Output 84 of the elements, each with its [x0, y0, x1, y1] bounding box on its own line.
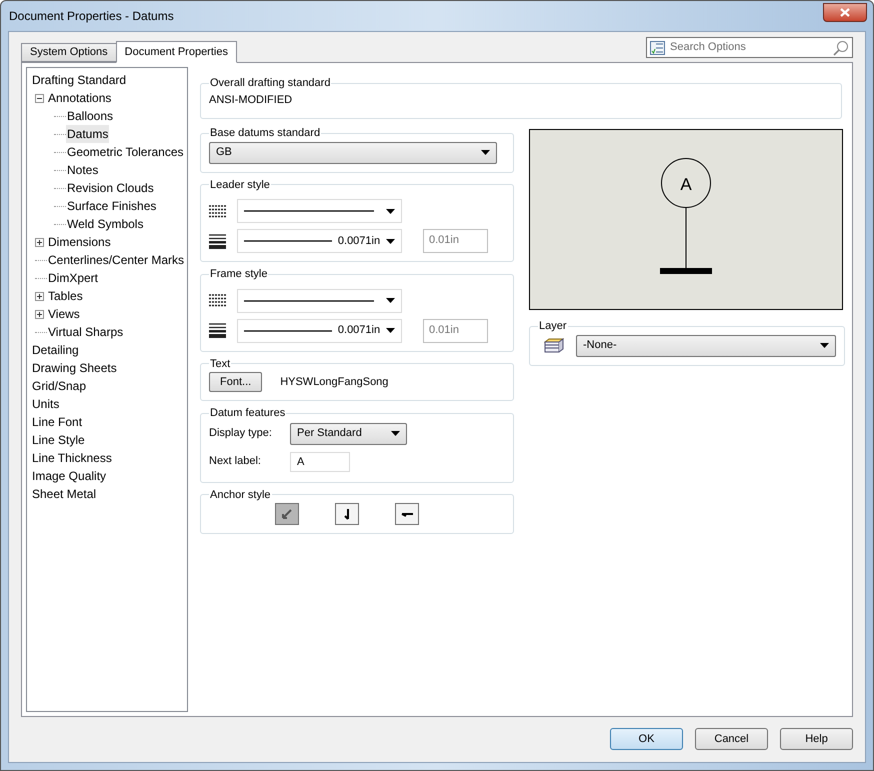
next-label-label: Next label:: [209, 454, 262, 470]
tree-item[interactable]: Geometric Tolerances: [66, 143, 184, 161]
dropdown-arrow-icon: [386, 328, 395, 333]
anchor-icon: [400, 512, 414, 516]
dropdown-arrow-icon: [391, 431, 400, 436]
dialog-button[interactable]: Cancel: [695, 728, 768, 750]
group-title: Text: [209, 356, 232, 372]
tab[interactable]: Document Properties: [116, 41, 237, 63]
dropdown-arrow-icon: [386, 298, 395, 303]
font-button[interactable]: Font...: [209, 372, 262, 392]
group-title: Datum features: [209, 406, 286, 421]
checklist-icon: [650, 40, 665, 54]
search-icon: [833, 40, 849, 56]
group-title: Leader style: [209, 178, 271, 192]
standard-value: ANSI-MODIFIED: [209, 92, 294, 108]
line-style-icon: [209, 204, 226, 218]
window-title: Document Properties - Datums: [9, 8, 174, 25]
line-sample-icon: [244, 239, 332, 243]
search-field[interactable]: Search Options: [646, 37, 853, 58]
tree-item[interactable]: Balloons: [66, 107, 114, 125]
expand-icon[interactable]: [35, 238, 44, 246]
line-dropdown[interactable]: [237, 288, 402, 312]
close-icon: [840, 8, 850, 16]
group-title: Overall drafting standard: [209, 76, 332, 91]
layers-icon: [544, 338, 564, 353]
anchor-style-button[interactable]: [335, 503, 359, 525]
line-dropdown[interactable]: 0.0071in: [237, 229, 402, 253]
tree-item[interactable]: Line Thickness: [31, 449, 113, 467]
collapse-icon[interactable]: [35, 94, 44, 102]
group-title: Layer: [538, 319, 568, 334]
line-sample-icon: [244, 328, 332, 332]
dropdown[interactable]: GB: [209, 142, 497, 164]
tree-item[interactable]: Units: [31, 395, 60, 413]
tree-item[interactable]: Annotations: [47, 89, 112, 107]
dropdown[interactable]: -None-: [576, 334, 836, 356]
tree-item[interactable]: Sheet Metal: [31, 485, 98, 503]
tab[interactable]: System Options: [21, 43, 117, 62]
line-sample-icon: [244, 298, 374, 302]
tree-item[interactable]: Drafting Standard: [31, 71, 128, 89]
group-title: Base datums standard: [209, 126, 322, 141]
datum-symbol-drawing: A: [659, 158, 713, 274]
tree-item[interactable]: Centerlines/Center Marks: [47, 251, 186, 269]
tree-item[interactable]: Surface Finishes: [66, 197, 158, 215]
thickness-field[interactable]: 0.01in: [423, 229, 488, 253]
dropdown-arrow-icon: [386, 208, 395, 214]
tree-item[interactable]: Drawing Sheets: [31, 359, 118, 377]
tree-item[interactable]: Views: [47, 305, 81, 323]
close-button[interactable]: [823, 2, 867, 22]
tree-item[interactable]: Line Font: [31, 413, 84, 431]
tree-item[interactable]: Revision Clouds: [66, 179, 155, 197]
thickness-field[interactable]: 0.01in: [423, 318, 488, 342]
next-label-field[interactable]: A: [290, 452, 350, 472]
tree-item[interactable]: Detailing: [31, 341, 80, 359]
tree-item[interactable]: Virtual Sharps: [47, 323, 124, 341]
tree-item[interactable]: Weld Symbols: [66, 215, 144, 233]
line-thickness-icon: [209, 323, 226, 338]
tree-item[interactable]: Dimensions: [47, 233, 112, 251]
font-name: HYSWLongFangSong: [280, 374, 388, 390]
tree-item[interactable]: Notes: [66, 161, 100, 179]
anchor-icon: [282, 509, 292, 519]
group-title: Anchor style: [209, 488, 272, 502]
group-title: Frame style: [209, 267, 268, 282]
tree-item[interactable]: DimXpert: [47, 269, 100, 287]
dialog-button[interactable]: OK: [610, 728, 683, 750]
dialog-button[interactable]: Help: [780, 728, 853, 750]
dropdown[interactable]: Per Standard: [290, 422, 407, 444]
line-dropdown[interactable]: 0.0071in: [237, 318, 402, 342]
dropdown-arrow-icon: [820, 343, 829, 348]
expand-icon[interactable]: [35, 310, 44, 318]
tree-item[interactable]: Tables: [47, 287, 84, 305]
dropdown-arrow-icon: [386, 238, 395, 244]
display-type-label: Display type:: [209, 426, 273, 442]
tree-item[interactable]: Datums: [66, 125, 110, 143]
line-style-icon: [209, 294, 226, 307]
anchor-icon: [344, 508, 350, 520]
anchor-style-button[interactable]: [395, 503, 419, 525]
expand-icon[interactable]: [35, 292, 44, 300]
dropdown-arrow-icon: [481, 150, 490, 155]
tree-item[interactable]: Grid/Snap: [31, 377, 88, 395]
tree-item[interactable]: Line Style: [31, 431, 86, 449]
tree-item[interactable]: Image Quality: [31, 467, 108, 485]
line-thickness-icon: [209, 234, 226, 248]
line-sample-icon: [244, 209, 374, 213]
line-dropdown[interactable]: [237, 199, 402, 223]
